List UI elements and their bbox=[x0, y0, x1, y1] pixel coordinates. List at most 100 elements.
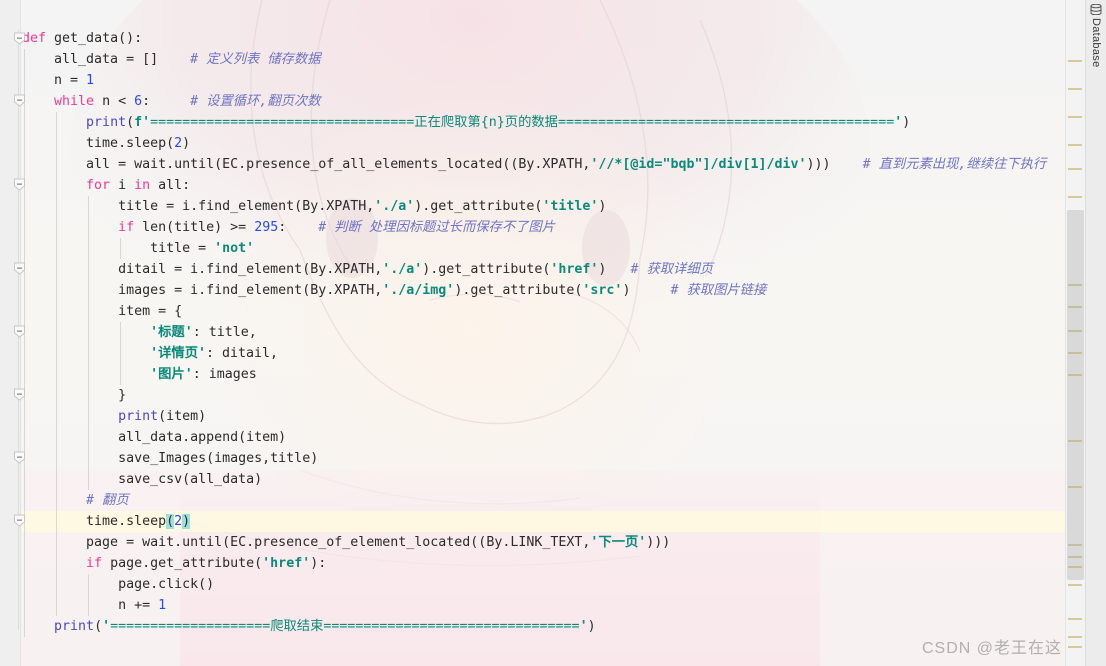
code-token: all_data = [] bbox=[22, 52, 191, 67]
code-line[interactable]: for i in all: bbox=[20, 175, 1086, 196]
code-token: '下一页' bbox=[590, 535, 647, 550]
code-editor[interactable]: def get_data(): all_data = [] # 定义列表 储存数… bbox=[20, 0, 1086, 666]
chevron-collapse-icon bbox=[14, 388, 25, 401]
indent-guide bbox=[56, 406, 57, 427]
code-token: title = bbox=[22, 241, 215, 256]
error-stripe-mark[interactable] bbox=[1068, 618, 1082, 620]
code-line[interactable]: page.click() bbox=[20, 574, 1086, 595]
code-token: '详情页' bbox=[150, 346, 206, 361]
code-line[interactable]: '图片': images bbox=[20, 364, 1086, 385]
indent-guide bbox=[56, 217, 57, 238]
code-token: './a' bbox=[374, 199, 415, 214]
tool-tab-database[interactable]: Database bbox=[1086, 4, 1106, 68]
fold-while-loop[interactable] bbox=[13, 94, 26, 107]
indent-guide bbox=[88, 595, 89, 616]
fold-block-6[interactable] bbox=[13, 388, 26, 401]
code-line[interactable]: images = i.find_element(By.XPATH,'./a/im… bbox=[20, 280, 1086, 301]
fold-def-get-data[interactable] bbox=[13, 32, 26, 45]
fold-block-4[interactable] bbox=[13, 262, 26, 275]
code-token: './a' bbox=[382, 262, 423, 277]
code-line[interactable]: time.sleep(2) bbox=[20, 133, 1086, 154]
code-line[interactable]: ditail = i.find_element(By.XPATH,'./a').… bbox=[20, 259, 1086, 280]
code-line[interactable]: title = 'not' bbox=[20, 238, 1086, 259]
code-line[interactable]: while n < 6: # 设置循环,翻页次数 bbox=[20, 91, 1086, 112]
code-line[interactable]: title = i.find_element(By.XPATH,'./a').g… bbox=[20, 196, 1086, 217]
indent-guide bbox=[56, 322, 57, 343]
indent-guide bbox=[56, 469, 57, 490]
vertical-scrollbar-thumb[interactable] bbox=[1067, 210, 1084, 580]
code-token: 'title' bbox=[542, 199, 599, 214]
indent-guide bbox=[88, 259, 89, 280]
code-token: get_data(): bbox=[46, 31, 143, 46]
code-line[interactable]: print('====================爬取结束=========… bbox=[20, 616, 1086, 637]
database-icon bbox=[1090, 4, 1102, 15]
code-token: ))) bbox=[646, 535, 671, 550]
indent-guide bbox=[56, 112, 57, 133]
code-token: item = { bbox=[22, 304, 183, 319]
error-stripe-mark[interactable] bbox=[1068, 60, 1082, 62]
code-token: ) bbox=[182, 136, 191, 151]
code-token: 'href' bbox=[550, 262, 599, 277]
code-line[interactable]: } bbox=[20, 385, 1086, 406]
code-folding-column[interactable] bbox=[10, 0, 32, 666]
code-line[interactable]: item = { bbox=[20, 301, 1086, 322]
code-line[interactable]: # 翻页 bbox=[20, 490, 1086, 511]
indent-guide bbox=[56, 448, 57, 469]
error-stripe-mark[interactable] bbox=[1068, 196, 1082, 198]
code-token: '//*[@id="bqb"]/div[1]/div' bbox=[590, 157, 807, 172]
code-token: # 获取详细页 bbox=[630, 262, 713, 277]
error-stripe-mark[interactable] bbox=[1068, 116, 1082, 118]
error-stripe-mark[interactable] bbox=[1068, 646, 1082, 648]
code-line[interactable]: all_data = [] # 定义列表 储存数据 bbox=[20, 49, 1086, 70]
fold-for-loop[interactable] bbox=[13, 178, 26, 191]
indent-guide bbox=[56, 133, 57, 154]
error-stripe-mark[interactable] bbox=[1068, 88, 1082, 90]
code-line[interactable]: if page.get_attribute('href'): bbox=[20, 553, 1086, 574]
indent-guide bbox=[88, 364, 89, 385]
code-line[interactable]: save_csv(all_data) bbox=[20, 469, 1086, 490]
error-stripe-scrollbar[interactable] bbox=[1065, 0, 1086, 666]
error-stripe-mark[interactable] bbox=[1068, 584, 1082, 586]
indent-guide bbox=[56, 595, 57, 616]
code-token: images = i.find_element(By.XPATH, bbox=[22, 283, 383, 298]
code-token: ( bbox=[94, 619, 103, 634]
fold-block-7[interactable] bbox=[13, 451, 26, 464]
code-token: 1 bbox=[86, 73, 95, 88]
code-token: ) bbox=[598, 262, 631, 277]
code-token: save_csv(all_data) bbox=[22, 472, 263, 487]
code-line[interactable]: time.sleep(2) bbox=[20, 511, 1086, 532]
indent-guide bbox=[88, 280, 89, 301]
code-line[interactable]: '详情页': ditail, bbox=[20, 343, 1086, 364]
code-line[interactable]: def get_data(): bbox=[20, 28, 1086, 49]
indent-guide bbox=[56, 511, 57, 532]
code-token: in bbox=[134, 178, 151, 193]
indent-guide bbox=[56, 574, 57, 595]
code-line[interactable]: page = wait.until(EC.presence_of_element… bbox=[20, 532, 1086, 553]
error-stripe-mark[interactable] bbox=[1068, 636, 1082, 638]
code-token: all_data.append(item) bbox=[22, 430, 287, 445]
code-line[interactable]: if len(title) >= 295: # 判断 处理因标题过长而保存不了图… bbox=[20, 217, 1086, 238]
error-stripe-mark[interactable] bbox=[1068, 144, 1082, 146]
code-line[interactable]: save_Images(images,title) bbox=[20, 448, 1086, 469]
fold-block-8[interactable] bbox=[13, 514, 26, 527]
indent-guide bbox=[56, 385, 57, 406]
code-line[interactable]: '标题': title, bbox=[20, 322, 1086, 343]
code-token: len(title) >= bbox=[134, 220, 255, 235]
code-token: n += bbox=[22, 598, 159, 613]
code-token: 'not' bbox=[214, 241, 255, 256]
code-line[interactable]: all = wait.until(EC.presence_of_all_elem… bbox=[20, 154, 1086, 175]
code-line[interactable]: print(item) bbox=[20, 406, 1086, 427]
code-token: print bbox=[86, 115, 127, 130]
code-line[interactable]: all_data.append(item) bbox=[20, 427, 1086, 448]
code-token: 295 bbox=[254, 220, 279, 235]
code-token: while bbox=[54, 94, 95, 109]
code-line[interactable]: print(f'================================… bbox=[20, 112, 1086, 133]
code-line[interactable]: n = 1 bbox=[20, 70, 1086, 91]
indent-guide bbox=[56, 427, 57, 448]
code-line[interactable]: n += 1 bbox=[20, 595, 1086, 616]
fold-block-5[interactable] bbox=[13, 325, 26, 338]
error-stripe-mark[interactable] bbox=[1068, 168, 1082, 170]
code-token: 6 bbox=[134, 94, 143, 109]
